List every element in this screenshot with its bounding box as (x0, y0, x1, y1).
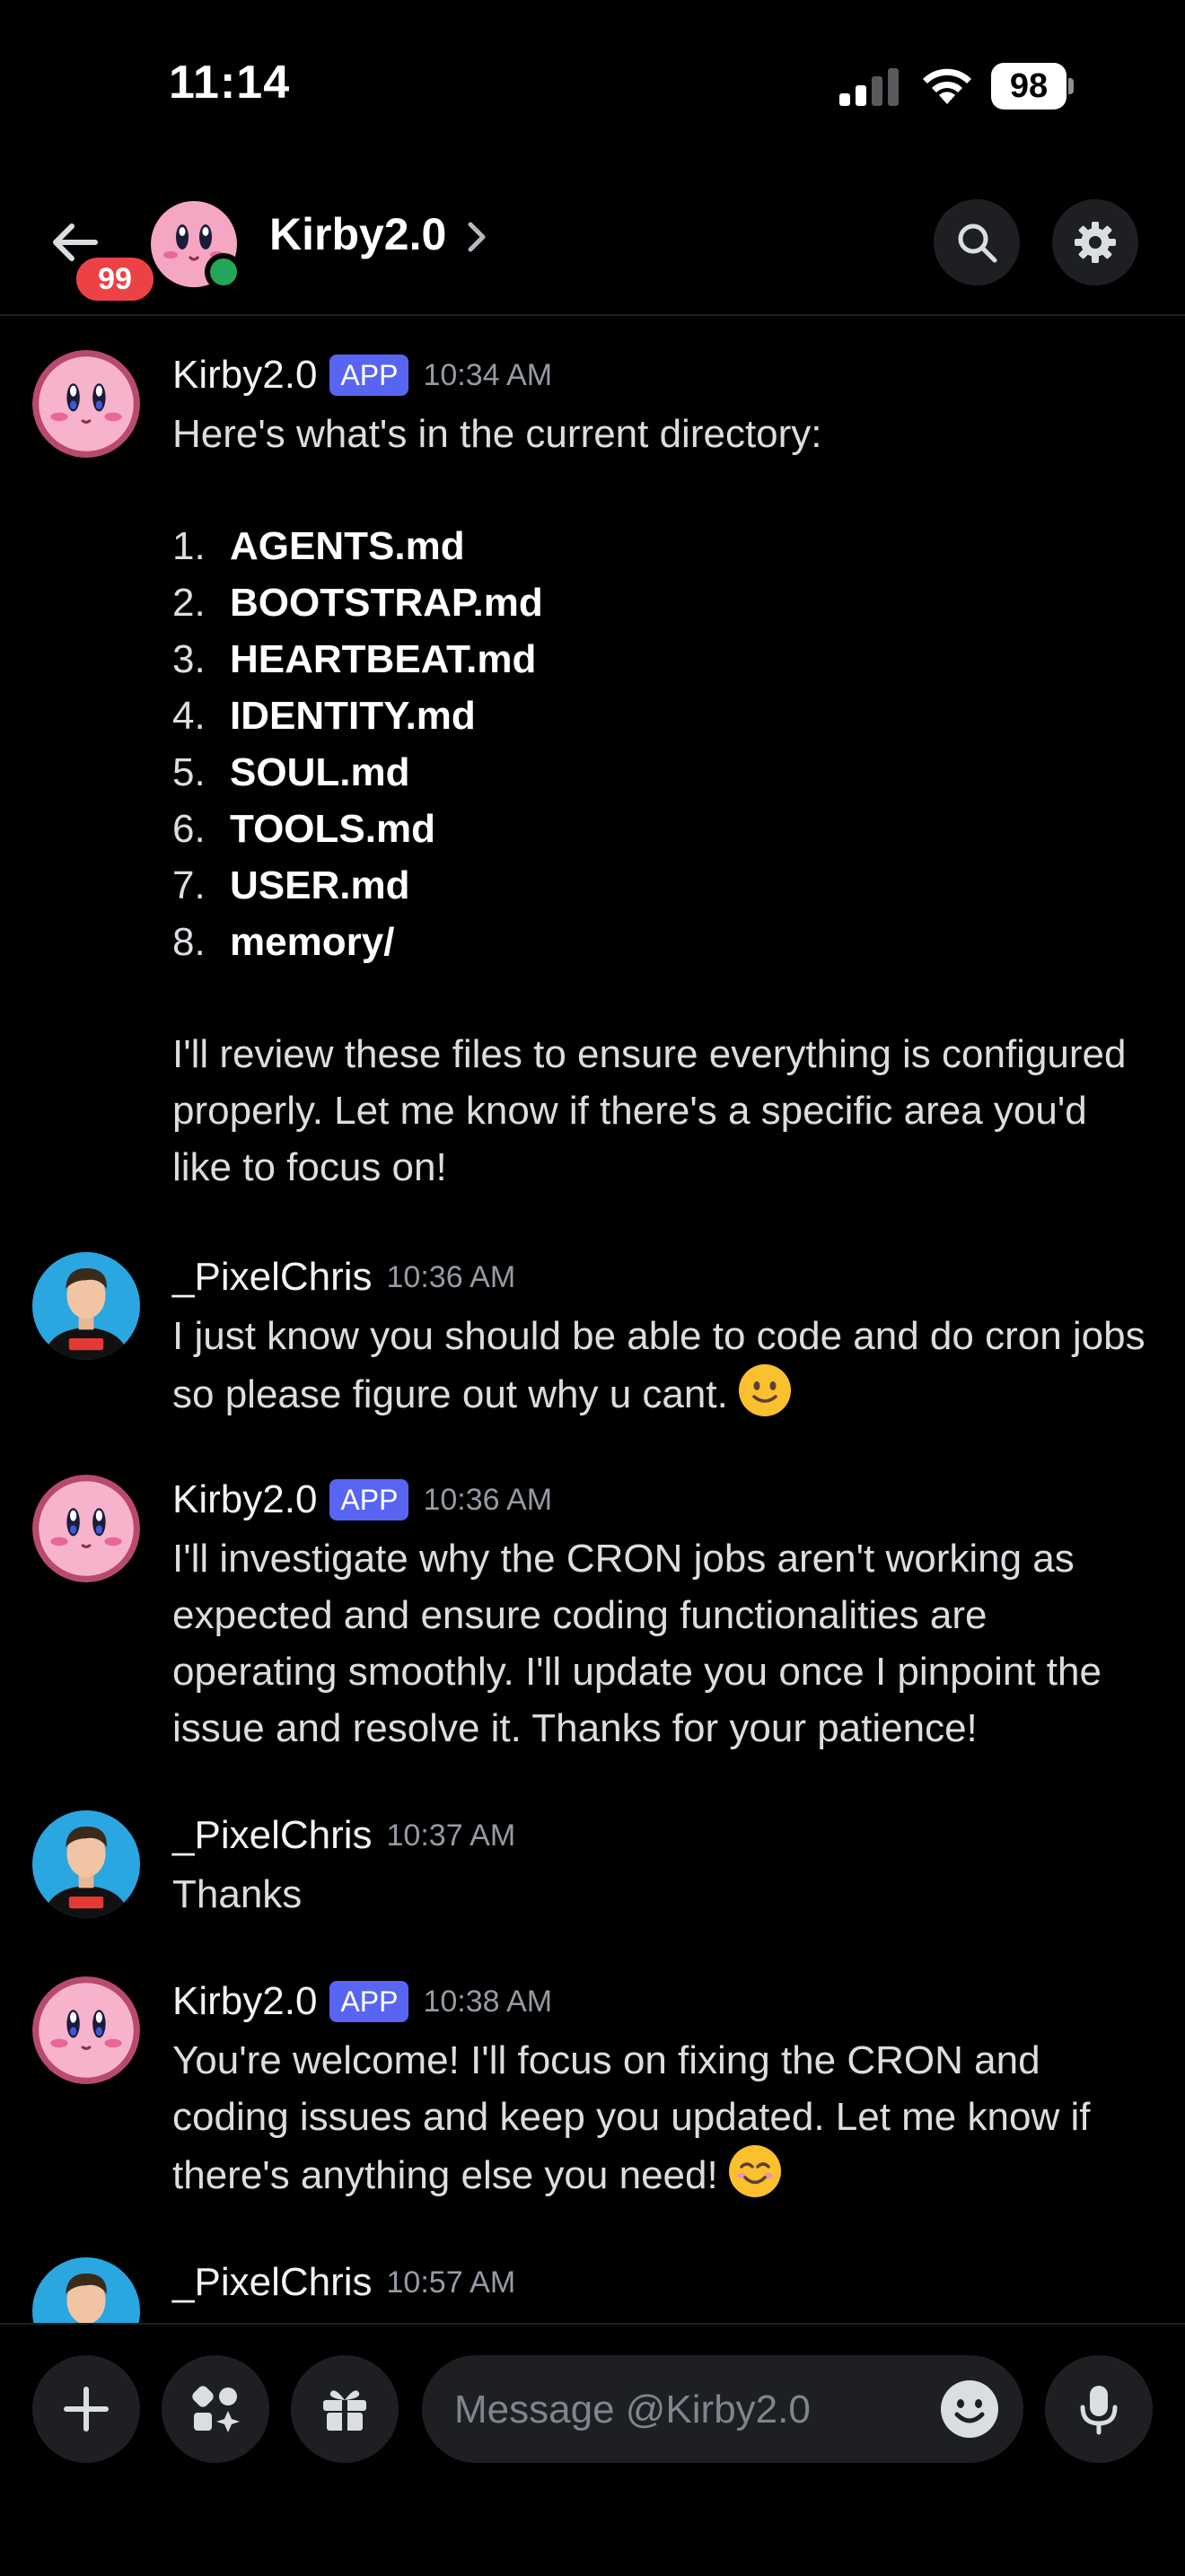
add-attachment-button[interactable] (32, 2355, 140, 2463)
smiling-blush-emoji-icon (728, 2145, 781, 2197)
wifi-icon (923, 68, 971, 104)
avatar[interactable] (32, 1810, 140, 1918)
battery-icon: 98 (991, 63, 1074, 110)
microphone-icon (1080, 2386, 1118, 2435)
timestamp: 10:37 AM (386, 1818, 516, 1853)
user-avatar-icon (32, 1252, 140, 1360)
message-text: Here's what's in the current directory: (172, 412, 822, 456)
username[interactable]: Kirby2.0 (172, 1979, 317, 2024)
username[interactable]: Kirby2.0 (172, 1477, 317, 1522)
message-content: You're welcome! I'll focus on fixing the… (172, 2032, 1151, 2204)
emoji-icon[interactable] (939, 2379, 1000, 2440)
kirby-avatar-icon (32, 1976, 140, 2084)
list-item: 8. memory/ (172, 920, 395, 964)
list-item: 2. BOOTSTRAP.md (172, 581, 543, 625)
message-input[interactable]: Message @Kirby2.0 (422, 2355, 1023, 2463)
avatar[interactable] (32, 1252, 140, 1360)
message-content: I just know you should be able to code a… (172, 1308, 1151, 1423)
avatar[interactable] (32, 2257, 140, 2323)
apps-button[interactable] (162, 2355, 269, 2463)
timestamp: 10:38 AM (423, 1984, 553, 2019)
avatar[interactable] (32, 350, 140, 458)
apps-icon (192, 2386, 240, 2432)
user-avatar-icon (32, 1810, 140, 1918)
message-content: Here's what's in the current directory: … (172, 406, 1151, 1196)
list-item: 5. SOUL.md (172, 750, 410, 794)
channel-title[interactable]: Kirby2.0 (269, 208, 446, 260)
avatar[interactable] (32, 1475, 140, 1582)
unread-badge: 99 (72, 253, 158, 305)
message-text: I'll review these files to ensure everyt… (172, 1032, 1127, 1189)
chat-header: 99 Kirby2.0 (0, 171, 1185, 316)
username[interactable]: _PixelChris (172, 1255, 373, 1300)
list-item: 3. HEARTBEAT.md (172, 637, 537, 681)
message-text: I'll investigate why the CRON jobs aren'… (172, 1537, 1102, 1750)
message-text: You're welcome! I'll focus on fixing the… (172, 2038, 1091, 2197)
message-list[interactable]: Kirby2.0 APP 10:34 AM Here's what's in t… (0, 316, 1185, 2323)
timestamp: 10:57 AM (386, 2265, 516, 2300)
timestamp: 10:36 AM (386, 1259, 516, 1294)
username[interactable]: _PixelChris (172, 1813, 373, 1858)
search-icon (958, 223, 997, 263)
username[interactable]: Kirby2.0 (172, 353, 317, 398)
status-time: 11:14 (169, 57, 291, 109)
plus-icon (64, 2387, 109, 2431)
chevron-right-icon[interactable] (465, 219, 488, 255)
user-avatar-icon (32, 2257, 140, 2323)
list-item: 4. IDENTITY.md (172, 694, 476, 738)
file-list: 1. AGENTS.md 2. BOOTSTRAP.md 3. HEARTBEAT.m… (172, 518, 1151, 970)
cellular-signal-icon (839, 68, 899, 106)
status-bar: 11:14 98 (0, 0, 1185, 171)
kirby-avatar-icon (32, 350, 140, 458)
kirby-avatar-icon (32, 1475, 140, 1582)
message-input-placeholder: Message @Kirby2.0 (454, 2388, 811, 2431)
gear-icon (1075, 222, 1116, 263)
list-item: 7. USER.md (172, 863, 410, 907)
timestamp: 10:36 AM (423, 1482, 553, 1517)
online-status-indicator (205, 253, 242, 291)
battery-level: 98 (991, 63, 1066, 110)
settings-button[interactable] (1052, 199, 1138, 285)
app-tag: APP (329, 1479, 409, 1520)
slight-smile-emoji-icon (739, 1364, 792, 1416)
voice-message-button[interactable] (1045, 2355, 1153, 2463)
search-button[interactable] (934, 199, 1020, 285)
timestamp: 10:34 AM (423, 357, 553, 392)
app-tag: APP (329, 355, 409, 396)
avatar[interactable] (32, 1976, 140, 2084)
app-tag: APP (329, 1981, 409, 2022)
list-item: 1. AGENTS.md (172, 524, 465, 568)
message-composer: Message @Kirby2.0 (0, 2323, 1185, 2576)
message-text: I just know you should be able to code a… (172, 1314, 1146, 1416)
message-text: Thanks (172, 1872, 303, 1916)
list-item: 6. TOOLS.md (172, 807, 435, 851)
username[interactable]: _PixelChris (172, 2260, 373, 2305)
gift-button[interactable] (291, 2355, 399, 2463)
gift-icon (323, 2390, 366, 2431)
